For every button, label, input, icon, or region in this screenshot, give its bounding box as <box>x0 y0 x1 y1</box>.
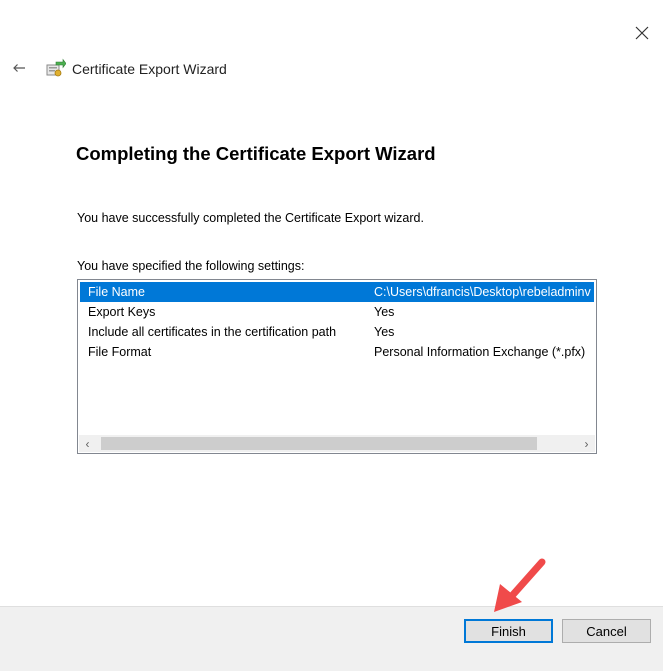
success-message: You have successfully completed the Cert… <box>77 211 424 225</box>
annotation-arrow-icon <box>494 558 546 612</box>
setting-key: Include all certificates in the certific… <box>88 325 337 339</box>
certificate-icon <box>46 58 66 77</box>
close-icon <box>635 26 649 40</box>
setting-value: C:\Users\dfrancis\Desktop\rebeladminv <box>374 285 591 299</box>
settings-list[interactable]: File Name C:\Users\dfrancis\Desktop\rebe… <box>77 279 597 454</box>
chevron-right-icon: › <box>584 436 589 451</box>
settings-label: You have specified the following setting… <box>77 259 305 273</box>
horizontal-scrollbar[interactable]: ‹ › <box>79 435 595 452</box>
list-item-file-name[interactable]: File Name C:\Users\dfrancis\Desktop\rebe… <box>80 282 594 302</box>
setting-value: Yes <box>374 325 395 339</box>
list-item-export-keys[interactable]: Export Keys Yes <box>80 302 594 322</box>
page-heading: Completing the Certificate Export Wizard <box>76 143 436 164</box>
list-item-include-all-certificates[interactable]: Include all certificates in the certific… <box>80 322 594 342</box>
scrollbar-thumb[interactable] <box>101 437 537 450</box>
scroll-left-button[interactable]: ‹ <box>79 435 96 452</box>
setting-value: Yes <box>374 305 395 319</box>
setting-key: Export Keys <box>88 305 156 319</box>
back-arrow-icon <box>13 64 25 72</box>
close-button[interactable] <box>628 20 656 46</box>
setting-key: File Name <box>88 285 145 299</box>
setting-value: Personal Information Exchange (*.pfx) <box>374 345 586 359</box>
list-item-file-format[interactable]: File Format Personal Information Exchang… <box>80 342 594 362</box>
cancel-button[interactable]: Cancel <box>562 619 651 643</box>
setting-key: File Format <box>88 345 152 359</box>
chevron-left-icon: ‹ <box>85 436 90 451</box>
scroll-right-button[interactable]: › <box>578 435 595 452</box>
finish-button[interactable]: Finish <box>464 619 553 643</box>
back-button[interactable] <box>8 58 30 78</box>
footer-bar: Finish Cancel <box>0 606 663 671</box>
window-title: Certificate Export Wizard <box>72 61 227 77</box>
